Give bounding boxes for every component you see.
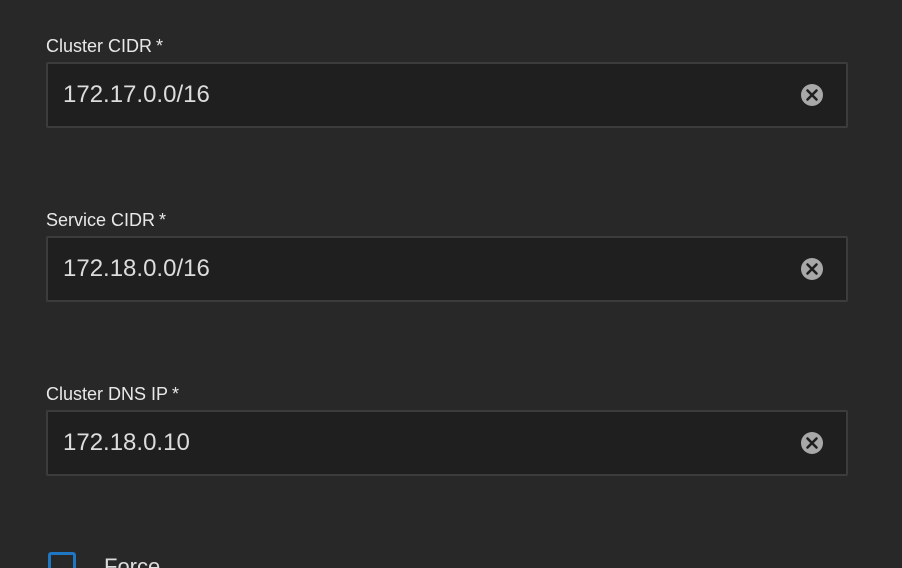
clear-circle-x-icon[interactable] <box>800 83 824 107</box>
cluster-cidr-input[interactable] <box>63 64 783 126</box>
cluster-cidr-label: Cluster CIDR * <box>46 36 164 56</box>
cluster-cidr-input-box <box>46 62 848 128</box>
required-asterisk: * <box>172 384 180 404</box>
service-cidr-field: Service CIDR * <box>46 208 848 302</box>
cluster-dns-ip-field: Cluster DNS IP * <box>46 382 848 476</box>
cluster-dns-ip-input-box <box>46 410 848 476</box>
required-asterisk: * <box>159 210 167 230</box>
required-asterisk: * <box>156 36 164 56</box>
force-checkbox-label[interactable]: Force <box>104 554 160 568</box>
force-checkbox[interactable] <box>48 552 76 568</box>
clear-circle-x-icon[interactable] <box>800 431 824 455</box>
cluster-dns-ip-label: Cluster DNS IP * <box>46 384 180 404</box>
service-cidr-input-box <box>46 236 848 302</box>
clear-circle-x-icon[interactable] <box>800 257 824 281</box>
cluster-cidr-field: Cluster CIDR * <box>46 34 848 128</box>
service-cidr-label: Service CIDR * <box>46 210 167 230</box>
service-cidr-input[interactable] <box>63 238 783 300</box>
kubernetes-settings-form: Cluster CIDR* Service CIDR* Cluster DNS … <box>0 0 902 568</box>
cluster-dns-ip-input[interactable] <box>63 412 783 474</box>
